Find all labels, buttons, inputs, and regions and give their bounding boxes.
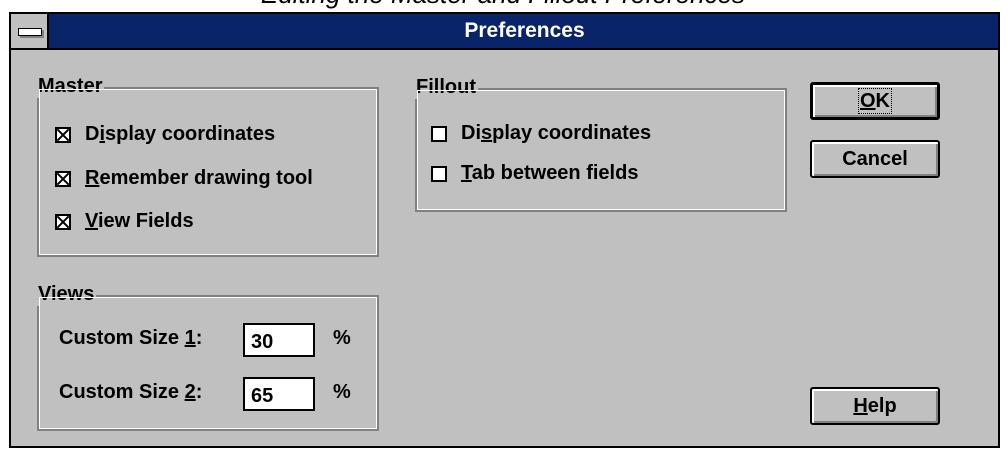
- system-menu-icon: [18, 28, 42, 36]
- custom-size-2-label: Custom Size 2:: [59, 381, 203, 403]
- fillout-tab-between-fields-label: Tab between fields: [461, 162, 639, 184]
- master-view-fields-box[interactable]: [55, 213, 71, 230]
- custom-size-1-unit: %: [333, 327, 351, 349]
- cancel-button[interactable]: Cancel: [810, 140, 940, 178]
- master-group: Master Display coordinates Remember draw…: [36, 74, 379, 257]
- fillout-group: Fillout Display coordinates Tab between …: [414, 75, 787, 212]
- fillout-display-coordinates-label: Display coordinates: [461, 122, 652, 144]
- master-remember-drawing-tool-box[interactable]: [55, 170, 71, 187]
- custom-size-2-input[interactable]: 65: [243, 377, 315, 411]
- custom-size-1-input[interactable]: 30: [243, 323, 315, 357]
- fillout-display-coordinates-box[interactable]: [431, 125, 447, 142]
- master-remember-drawing-tool-checkbox[interactable]: Remember drawing tool: [55, 167, 313, 190]
- master-display-coordinates-checkbox[interactable]: Display coordinates: [55, 123, 275, 146]
- custom-size-2-unit: %: [333, 381, 351, 403]
- master-display-coordinates-label: Display coordinates: [85, 123, 276, 145]
- views-group: Views Custom Size 1: 30 % Custom Size 2:…: [36, 282, 379, 431]
- system-menu-button[interactable]: [11, 14, 49, 48]
- clipped-caption: Editing the Master and Fillout Preferenc…: [0, 0, 1006, 12]
- master-display-coordinates-box[interactable]: [55, 126, 71, 143]
- help-button[interactable]: Help: [810, 387, 940, 425]
- title-bar: Preferences: [11, 14, 998, 50]
- views-group-label: Views: [36, 282, 97, 306]
- window-title: Preferences: [464, 19, 585, 42]
- master-view-fields-label: View Fields: [85, 210, 194, 232]
- master-view-fields-checkbox[interactable]: View Fields: [55, 210, 194, 233]
- master-group-label: Master: [36, 74, 105, 98]
- ok-button-label: OK: [857, 88, 893, 114]
- master-remember-drawing-tool-label: Remember drawing tool: [85, 167, 313, 189]
- fillout-group-label: Fillout: [414, 75, 478, 99]
- custom-size-1-label: Custom Size 1:: [59, 327, 203, 349]
- fillout-tab-between-fields-checkbox[interactable]: Tab between fields: [431, 162, 638, 185]
- help-button-label: Help: [853, 395, 897, 417]
- fillout-display-coordinates-checkbox[interactable]: Display coordinates: [431, 122, 651, 145]
- fillout-tab-between-fields-box[interactable]: [431, 165, 447, 182]
- preferences-dialog: Preferences Master Display coordinates R…: [9, 12, 1000, 448]
- ok-button[interactable]: OK: [810, 82, 940, 120]
